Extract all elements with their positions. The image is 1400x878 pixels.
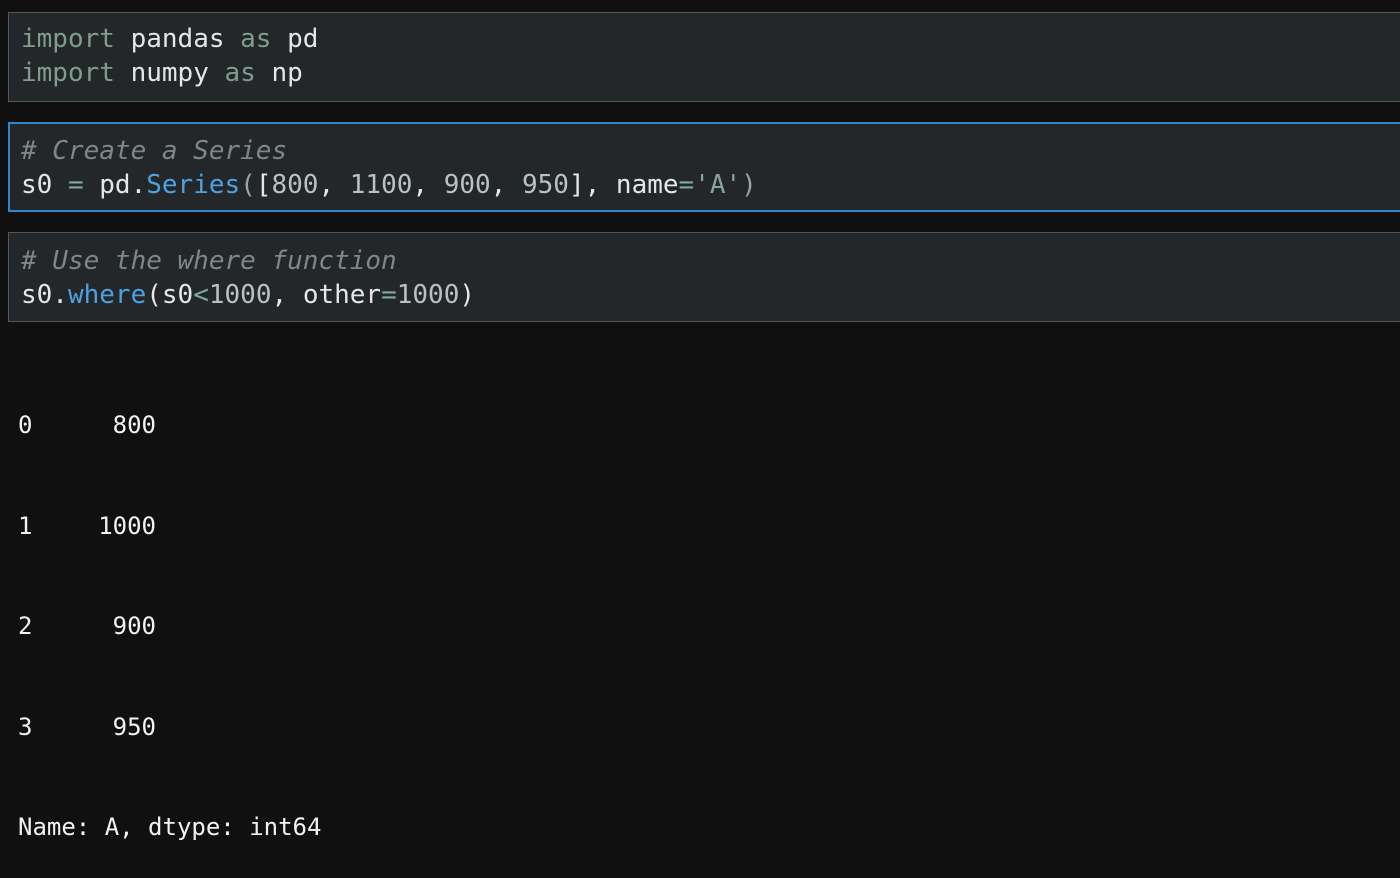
module-name: pandas (114, 24, 241, 54)
output-row: 2 900 (18, 610, 321, 644)
string-literal: 'A' (694, 170, 742, 200)
open-bracket: [ (255, 170, 272, 200)
alias-name: pd (271, 24, 319, 54)
code-cell-create-series[interactable]: # Create a Series s0 = pd.Series([800, 1… (8, 122, 1400, 212)
object-name: s0. (21, 280, 68, 310)
keyword-import: import (21, 58, 115, 88)
keyword-import: import (21, 24, 115, 54)
output-index: 0 (18, 411, 33, 439)
close-paren: ) (459, 280, 476, 310)
code-line-import-pandas: import pandas as pd (21, 22, 318, 56)
keyword-as: as (240, 24, 272, 54)
code-cell-where[interactable]: # Use the where function s0.where(s0<100… (8, 232, 1400, 322)
function-name: Series (146, 170, 241, 200)
assign-operator: = (678, 170, 695, 200)
output-row: 3 950 (18, 711, 321, 745)
number-literal: 900 (443, 170, 491, 200)
alias-name: np (255, 58, 303, 88)
close-bracket: ] (568, 170, 585, 200)
code-comment: # Use the where function (21, 246, 397, 276)
open-paren: ( (146, 280, 162, 310)
assign-operator: = (67, 170, 84, 200)
output-value: 800 (112, 411, 156, 439)
code-line-where: s0.where(s0<1000, other=1000) (21, 280, 476, 310)
output-index: 3 (18, 712, 33, 741)
number-literal: 1000 (208, 280, 272, 310)
keyword-as: as (224, 58, 256, 88)
keyword-argument: other (302, 280, 382, 310)
open-paren: ( (240, 170, 256, 200)
close-paren: ) (741, 170, 757, 200)
number-literal: 800 (271, 170, 319, 200)
code-line-series: s0 = pd.Series([800, 1100, 900, 950], na… (21, 170, 757, 200)
output-index: 1 (18, 511, 33, 540)
variable-name: s0 (21, 170, 53, 200)
argument-name: s0 (161, 280, 194, 310)
output-footer: Name: A, dtype: int64 (18, 813, 322, 841)
object-name: pd. (99, 170, 147, 200)
number-literal: 950 (521, 170, 569, 200)
output-index: 2 (18, 612, 33, 640)
less-than-operator: < (193, 280, 209, 310)
function-name: where (67, 280, 147, 310)
output-value: 950 (112, 712, 156, 741)
code-comment: # Create a Series (21, 136, 288, 166)
code-line-import-numpy: import numpy as np (21, 56, 303, 90)
module-name: numpy (114, 58, 225, 88)
code-cell-imports[interactable]: import pandas as pd import numpy as np (8, 12, 1400, 102)
assign-operator: = (381, 280, 397, 310)
output-row: 0 800 (18, 409, 321, 443)
output-value: 1000 (98, 511, 156, 540)
cell-output: 0 800 1 1000 2 900 3 950 Name: A, dtype: int… (18, 342, 321, 878)
output-row: 1 1000 (18, 510, 321, 544)
number-literal: 1000 (396, 280, 460, 310)
output-value: 900 (112, 612, 156, 640)
number-literal: 1100 (349, 170, 413, 200)
keyword-argument: name (615, 170, 679, 200)
